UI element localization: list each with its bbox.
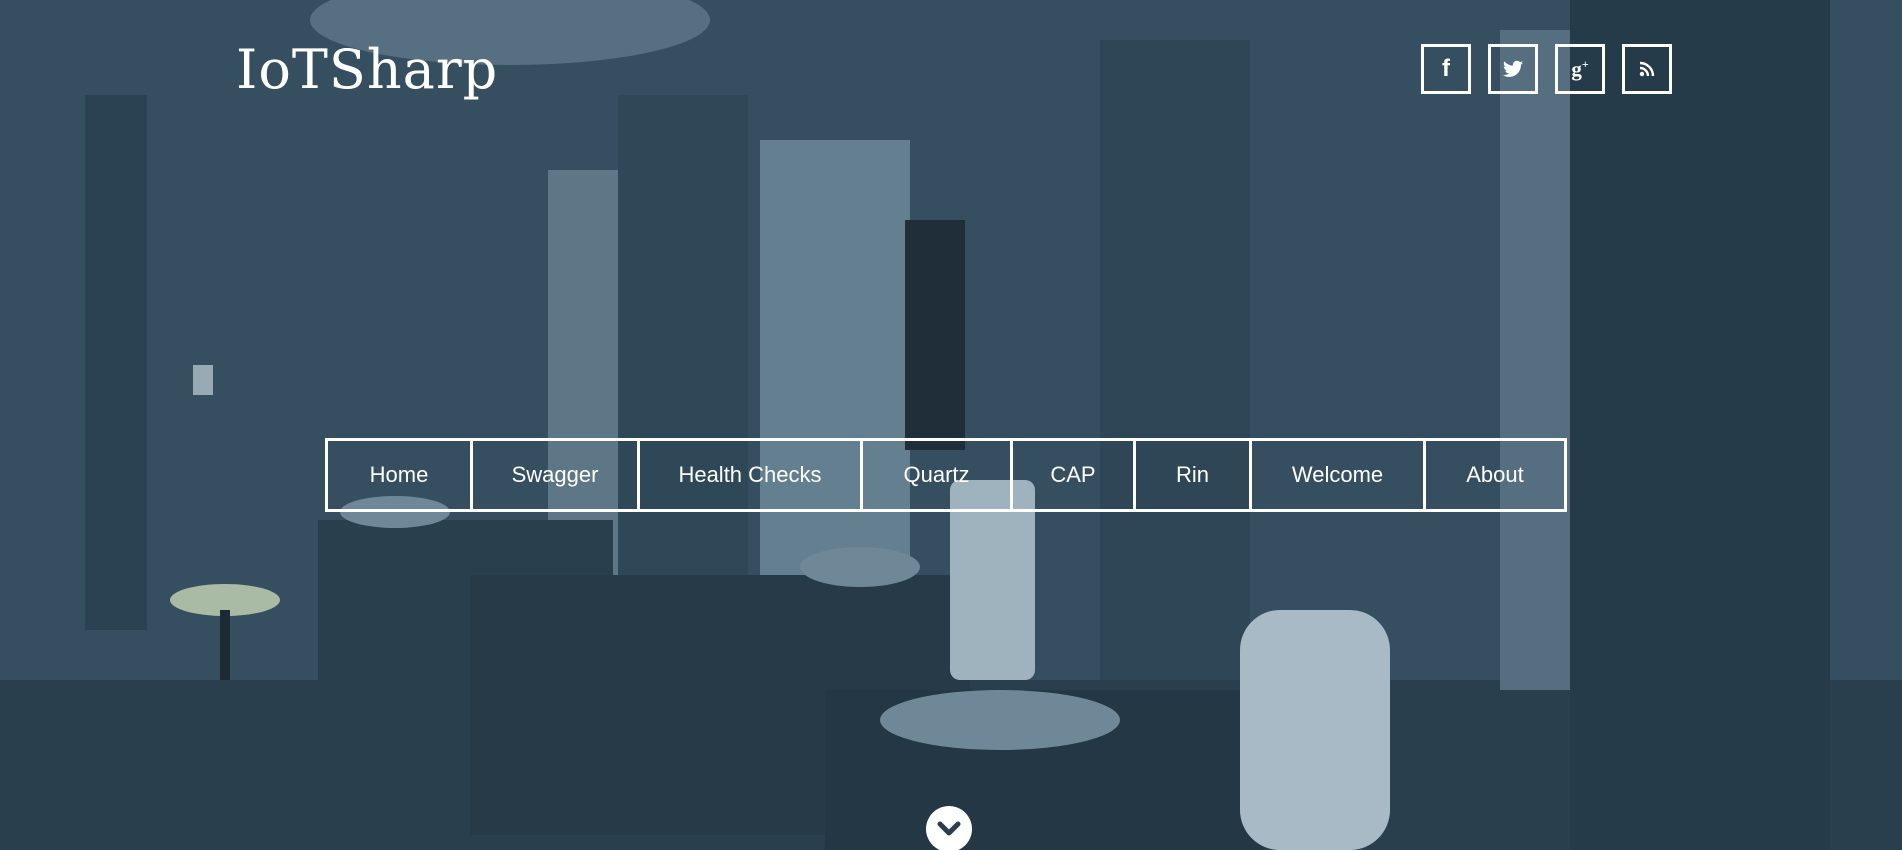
twitter-button[interactable] [1488, 44, 1538, 94]
facebook-button[interactable]: f [1421, 44, 1471, 94]
social-links: f g+ [1421, 44, 1672, 94]
nav-item-welcome[interactable]: Welcome [1252, 441, 1426, 509]
nav-item-quartz[interactable]: Quartz [863, 441, 1013, 509]
google-plus-icon: g+ [1571, 56, 1589, 81]
hero-background-image [0, 0, 1902, 850]
twitter-icon [1503, 60, 1523, 77]
hero-section: IoTSharp f g+ Home Swagger Health Checks… [0, 0, 1902, 850]
nav-item-health-checks[interactable]: Health Checks [640, 441, 863, 509]
google-plus-button[interactable]: g+ [1555, 44, 1605, 94]
nav-item-home[interactable]: Home [328, 441, 473, 509]
scroll-down-button[interactable] [926, 806, 972, 850]
site-brand-logo[interactable]: IoTSharp [236, 30, 498, 110]
main-nav: Home Swagger Health Checks Quartz CAP Ri… [325, 438, 1567, 512]
nav-item-cap[interactable]: CAP [1013, 441, 1136, 509]
nav-item-swagger[interactable]: Swagger [473, 441, 640, 509]
nav-item-about[interactable]: About [1426, 441, 1564, 509]
rss-icon [1639, 61, 1655, 77]
facebook-icon: f [1442, 55, 1450, 82]
nav-item-rin[interactable]: Rin [1136, 441, 1252, 509]
rss-button[interactable] [1622, 44, 1672, 94]
chevron-down-icon [937, 821, 961, 836]
